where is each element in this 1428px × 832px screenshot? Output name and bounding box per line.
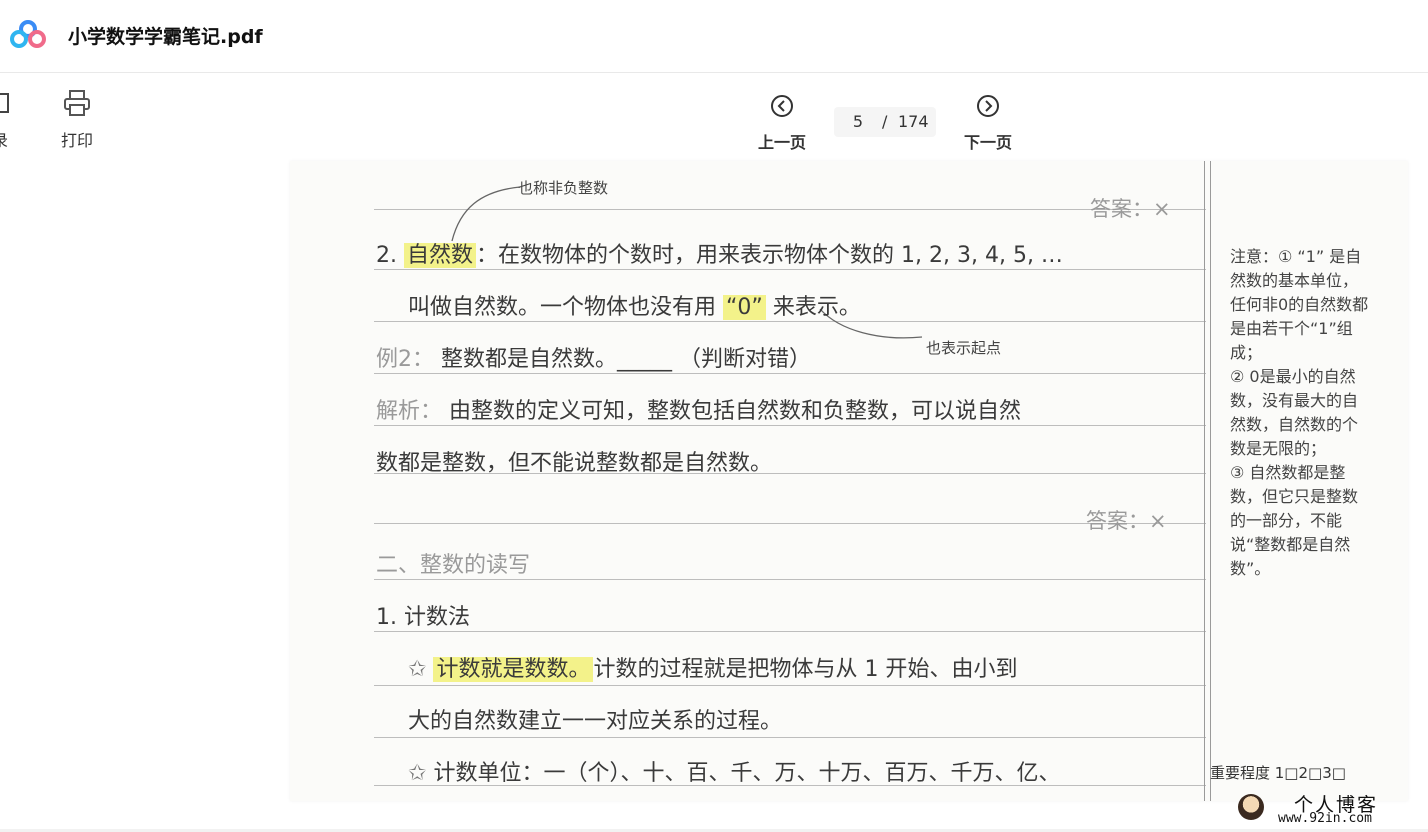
side-note-2: ② 0是最小的自然数，没有最大的自然数，自然数的个数是无限的； — [1230, 367, 1359, 458]
rule-line — [374, 523, 1206, 524]
answer-2: 答案：× — [1086, 509, 1167, 533]
example-text: 整数都是自然数。_____ （判断对错） — [441, 347, 811, 372]
rule-line — [374, 631, 1206, 632]
unit-line: ✩ 计数单位：一（个）、十、百、千、万、十万、百万、千万、亿、 — [408, 755, 1060, 787]
page-total: 174 — [898, 112, 929, 131]
printer-icon — [47, 87, 107, 119]
watermark-avatar — [1238, 794, 1264, 820]
answer-1: 答案：× — [1090, 197, 1171, 221]
page-separator: / — [882, 112, 888, 131]
example-label: 例2： — [376, 347, 434, 372]
document-title: 小学数学学霸笔记.pdf — [68, 26, 263, 48]
print-label: 打印 — [60, 131, 93, 150]
next-page-button[interactable]: 下一页 — [953, 93, 1023, 153]
def-line-zero: 叫做自然数。一个物体也没有用 “0” 来表示。 — [408, 289, 861, 321]
chevron-left-circle-icon — [771, 95, 793, 117]
note-nonnegative: 也称非负整数 — [518, 179, 609, 197]
rule-line — [374, 321, 1206, 322]
counting-line-2: 大的自然数建立一一对应关系的过程。 — [408, 709, 783, 734]
counting-line: ✩ 计数就是数数。 计数的过程就是把物体与从 1 开始、由小到 — [408, 651, 1017, 683]
side-note-3: ③ 自然数都是整数，但它只是整数的一部分，不能说“整数都是自然数”。 — [1230, 463, 1359, 578]
counting-text: 计数的过程就是把物体与从 1 开始、由小到 — [593, 657, 1018, 682]
analysis-line-2: 数都是整数，但不能说整数都是自然数。 — [376, 451, 773, 476]
rule-line — [374, 373, 1206, 374]
title-bar: 小学数学学霸笔记.pdf — [0, 0, 1428, 73]
star-icon: ✩ — [408, 657, 427, 682]
page-indicator[interactable]: 5 / 174 — [834, 107, 936, 137]
toolbar: 录 打印 上一页 5 / 174 下一页 — [0, 73, 1428, 161]
term-counting: 计数就是数数。 — [433, 657, 594, 682]
rule-line — [374, 579, 1206, 580]
note-origin: 也表示起点 — [926, 339, 1002, 357]
watermark: 个人博客 www.92in.com — [1238, 790, 1418, 830]
document-viewer[interactable]: 也称非负整数 答案：× 2. 自然数 ：在数物体的个数时，用来表示物体个数的 1,… — [0, 161, 1428, 829]
margin-divider — [1204, 161, 1205, 801]
definition-text: 叫做自然数。一个物体也没有用 — [408, 295, 717, 320]
rule-line — [374, 269, 1206, 270]
definition-text: ：在数物体的个数时，用来表示物体个数的 1, 2, 3, 4, 5, … — [476, 243, 1063, 268]
analysis-label: 解析： — [376, 399, 443, 424]
star-icon: ✩ — [408, 761, 427, 786]
subsection-heading: 1. 计数法 — [376, 605, 470, 630]
analysis-line: 解析： 由整数的定义可知，整数包括自然数和负整数，可以说自然 — [376, 393, 1021, 425]
def-line-natural-number: 2. 自然数 ：在数物体的个数时，用来表示物体个数的 1, 2, 3, 4, 5,… — [376, 237, 1063, 269]
catalog-label: 录 — [0, 127, 30, 151]
analysis-text: 由整数的定义可知，整数包括自然数和负整数，可以说自然 — [449, 399, 1022, 424]
next-page-label: 下一页 — [963, 133, 1012, 152]
margin-divider — [1210, 161, 1211, 801]
rule-line — [374, 425, 1206, 426]
app-logo-icon — [10, 20, 46, 48]
definition-text: 来表示。 — [772, 295, 861, 320]
watermark-url: www.92in.com — [1278, 811, 1372, 826]
section-heading: 二、整数的读写 — [376, 553, 531, 578]
catalog-button[interactable]: 录 — [0, 87, 30, 151]
margin-notes: 注意：① “1” 是自然数的基本单位，任何非0的自然数都是由若干个“1”组成； … — [1230, 245, 1370, 581]
rule-line — [374, 737, 1206, 738]
page-current-input[interactable]: 5 — [848, 107, 868, 137]
side-note-1: 注意：① “1” 是自然数的基本单位，任何非0的自然数都是由若干个“1”组成； — [1230, 247, 1369, 362]
catalog-icon — [0, 87, 30, 119]
example-line: 例2： 整数都是自然数。_____ （判断对错） — [376, 341, 811, 373]
term-zero: “0” — [723, 295, 766, 320]
term-natural-number: 自然数 — [404, 243, 477, 268]
prev-page-button[interactable]: 上一页 — [747, 93, 817, 153]
rule-line — [374, 685, 1206, 686]
prev-page-label: 上一页 — [757, 133, 806, 152]
pdf-page: 也称非负整数 答案：× 2. 自然数 ：在数物体的个数时，用来表示物体个数的 1,… — [290, 161, 1408, 801]
importance-rating: 重要程度 1□2□3□ — [1210, 764, 1346, 782]
unit-text: 计数单位：一（个）、十、百、千、万、十万、百万、千万、亿、 — [433, 761, 1061, 786]
item-number: 2. — [376, 243, 397, 268]
print-button[interactable]: 打印 — [47, 87, 107, 151]
chevron-right-circle-icon — [977, 95, 999, 117]
